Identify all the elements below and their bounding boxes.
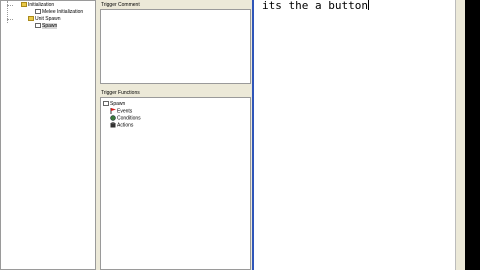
functions-item-label: Events bbox=[117, 108, 133, 115]
text-caret bbox=[367, 0, 369, 10]
red-flag-icon bbox=[110, 108, 116, 114]
trigger-tree-panel[interactable]: Initialization Melee Initialization Unit… bbox=[0, 0, 96, 270]
tree-item-label: Spawn bbox=[42, 23, 58, 29]
actions-icon bbox=[110, 122, 116, 128]
functions-root-label: Spawn bbox=[110, 101, 126, 107]
vertical-scrollbar[interactable] bbox=[455, 0, 465, 270]
trigger-comment-textarea[interactable] bbox=[100, 9, 251, 84]
tree-item-unit-spawn[interactable]: Unit Spawn bbox=[28, 16, 61, 22]
trigger-editor-window: Initialization Melee Initialization Unit… bbox=[0, 0, 465, 270]
trigger-comment-label: Trigger Comment bbox=[101, 2, 140, 8]
functions-root-spawn[interactable]: Spawn bbox=[103, 101, 125, 107]
tree-item-label: Unit Spawn bbox=[35, 16, 61, 22]
functions-item-conditions[interactable]: Conditions bbox=[110, 115, 141, 121]
functions-item-label: Actions bbox=[117, 122, 134, 129]
tree-item-label: Initialization bbox=[28, 2, 55, 8]
editor-text: its the a button bbox=[262, 0, 368, 12]
trigger-icon bbox=[35, 23, 41, 29]
text-editor-area[interactable]: its the a button bbox=[252, 0, 465, 270]
functions-item-actions[interactable]: Actions bbox=[110, 122, 133, 128]
functions-item-label: Conditions bbox=[117, 115, 141, 122]
trigger-functions-panel[interactable]: Spawn Events Conditions Actions bbox=[100, 97, 251, 270]
tree-item-melee-initialization[interactable]: Melee Initialization bbox=[35, 9, 83, 15]
conditions-icon bbox=[110, 115, 116, 121]
folder-icon bbox=[21, 2, 27, 8]
editor-line: its the a button bbox=[262, 0, 369, 12]
tree-item-spawn[interactable]: Spawn bbox=[35, 23, 58, 29]
tree-item-label: Melee Initialization bbox=[42, 9, 84, 15]
tree-item-initialization[interactable]: Initialization bbox=[21, 2, 54, 8]
trigger-icon bbox=[35, 9, 41, 15]
functions-item-events[interactable]: Events bbox=[110, 108, 132, 114]
folder-icon bbox=[28, 16, 34, 22]
trigger-icon bbox=[103, 101, 109, 107]
trigger-functions-label: Trigger Functions bbox=[101, 90, 140, 96]
tree-connector bbox=[7, 5, 13, 6]
screen-edge bbox=[465, 0, 480, 270]
tree-connector bbox=[7, 19, 13, 20]
